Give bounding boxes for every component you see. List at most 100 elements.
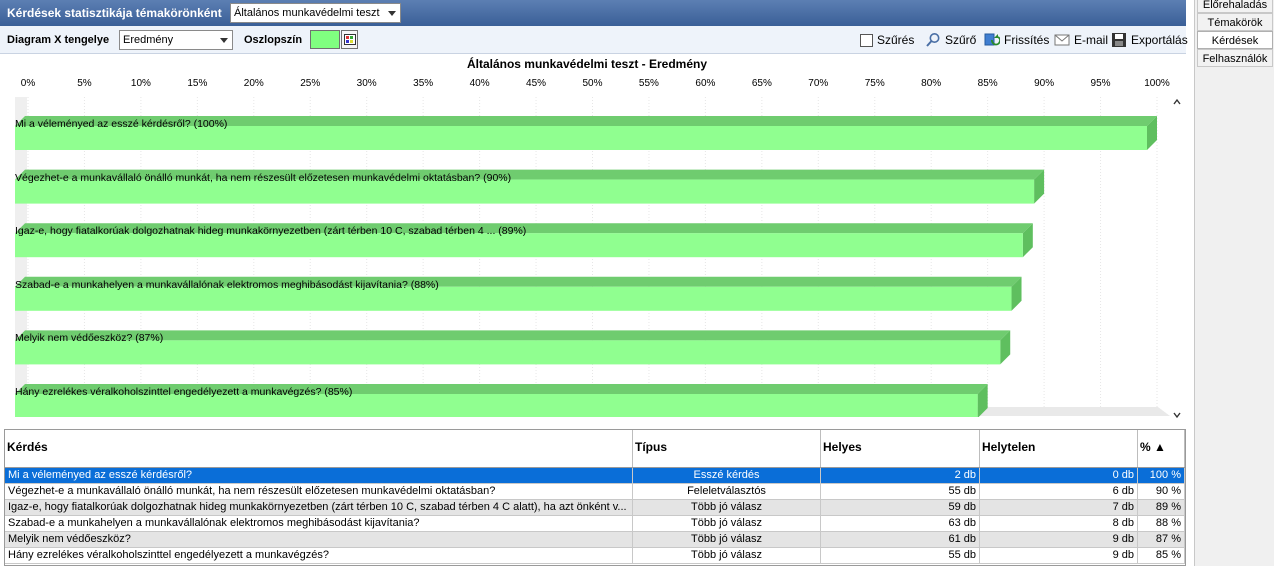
bar-color-swatch[interactable] [310,30,340,49]
table-row[interactable]: Igaz-e, hogy fiatalkorúak dolgozhatnak h… [5,500,1185,516]
bar-label: Hány ezrelékes véralkoholszinttel engedé… [15,386,353,398]
percent-cell: 88 % [1138,516,1185,532]
envelope-icon [1054,34,1070,46]
side-tab-1[interactable]: Témakörök [1197,13,1273,31]
email-button[interactable]: E-mail [1054,31,1108,49]
palette-icon [344,34,356,45]
app-root: Kérdések statisztikája témakörönként Ált… [0,0,1274,566]
chevron-down-icon[interactable] [1173,411,1181,419]
x-tick-label: 15% [187,78,208,89]
question-cell: Hány ezrelékes véralkoholszinttel engedé… [5,548,633,564]
magnifier-icon [926,33,940,47]
x-tick-label: 75% [864,78,885,89]
column-header-3[interactable]: Helytelen [980,430,1138,467]
bar-label: Melyik nem védőeszköz? (87%) [15,332,164,345]
question-cell: Végezhet-e a munkavállaló önálló munkát,… [5,484,633,500]
side-tab-0[interactable]: Előrehaladás [1197,0,1273,13]
correct-cell: 63 db [821,516,980,532]
type-cell: Esszé kérdés [633,468,821,484]
side-tab-panel: Előrehaladás Témakörök Kérdések Felhasználó… [1194,0,1274,566]
x-tick-label: 30% [356,78,377,89]
percent-cell: 100 % [1138,468,1185,484]
x-tick-label: 60% [695,78,716,89]
x-tick-label: 10% [130,78,151,89]
x-tick-label: 0% [20,78,36,89]
correct-cell: 59 db [821,500,980,516]
type-cell: Több jó válasz [633,548,821,564]
incorrect-cell: 0 db [980,468,1138,484]
topic-select-value: Általános munkavédelmi teszt [234,7,380,19]
question-cell: Igaz-e, hogy fiatalkorúak dolgozhatnak h… [5,500,633,516]
x-tick-label: 45% [526,78,547,89]
chevron-down-icon [388,11,396,16]
table-row[interactable]: Szabad-e a munkahelyen a munkavállalónak… [5,516,1185,532]
question-cell: Szabad-e a munkahelyen a munkavállalónak… [5,516,633,532]
filter-checkbox[interactable]: Szűrés [860,31,914,49]
percent-cell: 90 % [1138,484,1185,500]
chevron-up-icon[interactable] [1173,98,1181,106]
refresh-button-label: Frissítés [1004,33,1050,47]
x-tick-label: 80% [921,78,942,89]
xaxis-select-value: Eredmény [123,34,174,46]
x-tick-label: 40% [469,78,490,89]
column-header-1[interactable]: Típus [633,430,821,467]
type-cell: Több jó válasz [633,516,821,532]
toolbar: Diagram X tengelye Eredmény Oszlopszín S… [0,26,1188,54]
chevron-down-icon [220,38,228,43]
bar-label: Igaz-e, hogy fiatalkorúak dolgozhatnak h… [15,225,527,238]
column-header-2[interactable]: Helyes [821,430,980,467]
correct-cell: 55 db [821,484,980,500]
bar-label: Végezhet-e a munkavállaló önálló munkát,… [15,171,512,184]
bar-label: Szabad-e a munkahelyen a munkavállalónak… [15,278,439,291]
xaxis-select[interactable]: Eredmény [119,30,233,50]
color-picker-button[interactable] [341,30,358,49]
question-cell: Melyik nem védőeszköz? [5,532,633,548]
filter-checkbox-label: Szűrés [877,33,915,47]
table-header: Kérdés Típus Helyes Helytelen% ▲ [5,430,1185,468]
x-tick-label: 85% [977,78,998,89]
chart-title: Általános munkavédelmi teszt - Eredmény [466,57,708,71]
type-cell: Több jó válasz [633,500,821,516]
x-tick-label: 70% [808,78,829,89]
percent-cell: 87 % [1138,532,1185,548]
x-axis-tick-labels: 0% 5% 10% 15% 20% 25% 30% 35% 40% 45% 50% 55% 60% 65%… [0,78,1186,92]
incorrect-cell: 7 db [980,500,1138,516]
bar-chart [15,97,1170,417]
export-button[interactable]: Exportálás [1111,31,1188,49]
column-header-4[interactable]: % ▲ [1138,430,1185,467]
side-tab-3[interactable]: Felhasználók [1197,49,1273,67]
x-tick-label: 55% [638,78,659,89]
x-tick-label: 5% [77,78,92,89]
checkbox-icon [860,33,873,47]
table-row[interactable]: Mi a véleményed az esszé kérdésről? Esszé… [5,468,1185,484]
title-bar: Kérdések statisztikája témakörönként Ált… [0,0,1186,26]
window-title: Kérdések statisztikája témakörönként [7,6,222,20]
type-cell: Több jó válasz [633,532,821,548]
x-tick-label: 95% [1090,78,1111,89]
incorrect-cell: 9 db [980,532,1138,548]
correct-cell: 61 db [821,532,980,548]
percent-cell: 85 % [1138,548,1185,564]
table-row[interactable]: Melyik nem védőeszköz? Több jó válasz 61 d… [5,532,1185,548]
column-header-0[interactable]: Kérdés [5,430,633,467]
refresh-button[interactable]: Frissítés [984,31,1049,49]
xaxis-label: Diagram X tengelye [7,34,110,46]
x-tick-label: 35% [413,78,434,89]
export-button-label: Exportálás [1131,33,1188,47]
type-cell: Feleletválasztós [633,484,821,500]
x-tick-label: 20% [243,78,264,89]
table-row[interactable]: Hány ezrelékes véralkoholszinttel engedé… [5,548,1185,564]
chart-scrollbar[interactable] [1170,97,1184,423]
percent-cell: 89 % [1138,500,1185,516]
table-row[interactable]: Végezhet-e a munkavállaló önálló munkát,… [5,484,1185,500]
correct-cell: 55 db [821,548,980,564]
topic-select[interactable]: Általános munkavédelmi teszt [230,3,401,23]
x-tick-label: 25% [300,78,321,89]
filter-button[interactable]: Szűrő [925,31,976,49]
bar-top-face [15,330,1011,341]
bar-label: Mi a véleményed az esszé kérdésről? (100… [15,118,228,130]
refresh-icon [984,33,1000,46]
side-tab-2[interactable]: Kérdések [1197,31,1273,49]
floppy-disk-icon [1112,33,1126,47]
bar-4[interactable] [15,330,1011,365]
